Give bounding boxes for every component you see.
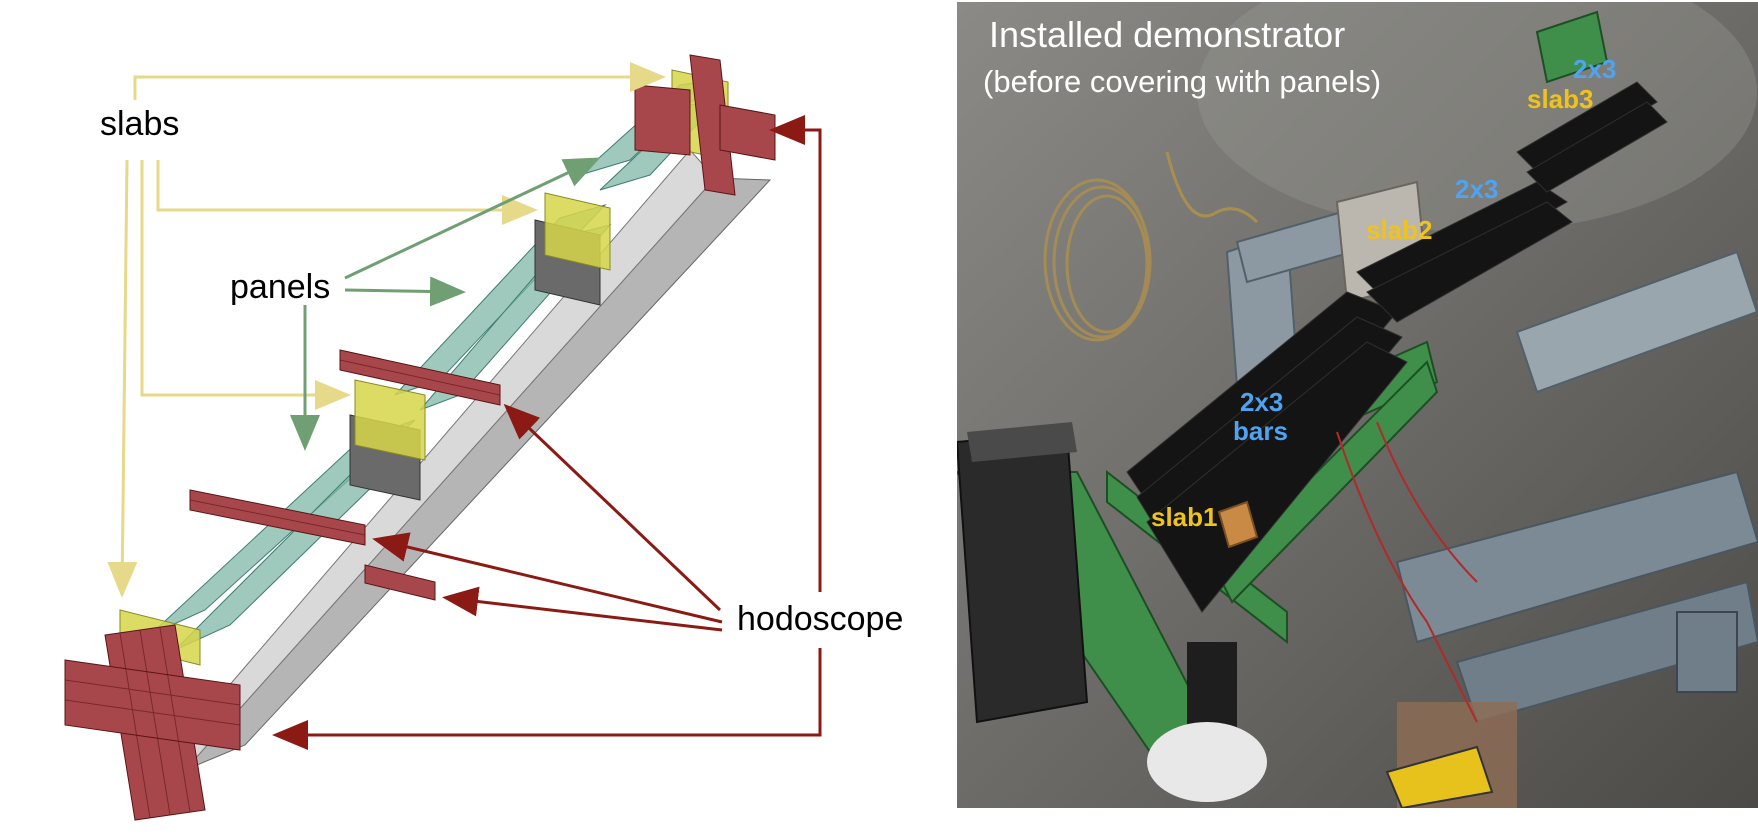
slab3-tag: slab3 (1527, 84, 1594, 114)
schematic-svg: slabs panels hodoscope (64, 54, 903, 821)
bars-2x3-top-tag: 2x3 (1573, 54, 1616, 84)
bars-2x3-low-tag: 2x3 (1240, 387, 1283, 417)
photo-title-line2: (before covering with panels) (983, 64, 1381, 99)
photo-svg: Installed demonstrator (before covering … (957, 2, 1758, 808)
demonstrator-photo: Installed demonstrator (before covering … (957, 2, 1758, 808)
hodoscope-label: hodoscope (737, 600, 903, 638)
slabs-label: slabs (100, 105, 179, 143)
slab1-tag: slab1 (1151, 502, 1218, 532)
bars-2x3-mid-tag: 2x3 (1455, 174, 1498, 204)
detector-bars (149, 79, 722, 651)
support-beam (164, 149, 772, 771)
detector-schematic: slabs panels hodoscope (0, 0, 950, 830)
panels-label: panels (230, 268, 330, 306)
bars-word-tag: bars (1233, 416, 1288, 446)
slab2-tag: slab2 (1366, 215, 1433, 245)
photo-title-line1: Installed demonstrator (989, 14, 1345, 55)
